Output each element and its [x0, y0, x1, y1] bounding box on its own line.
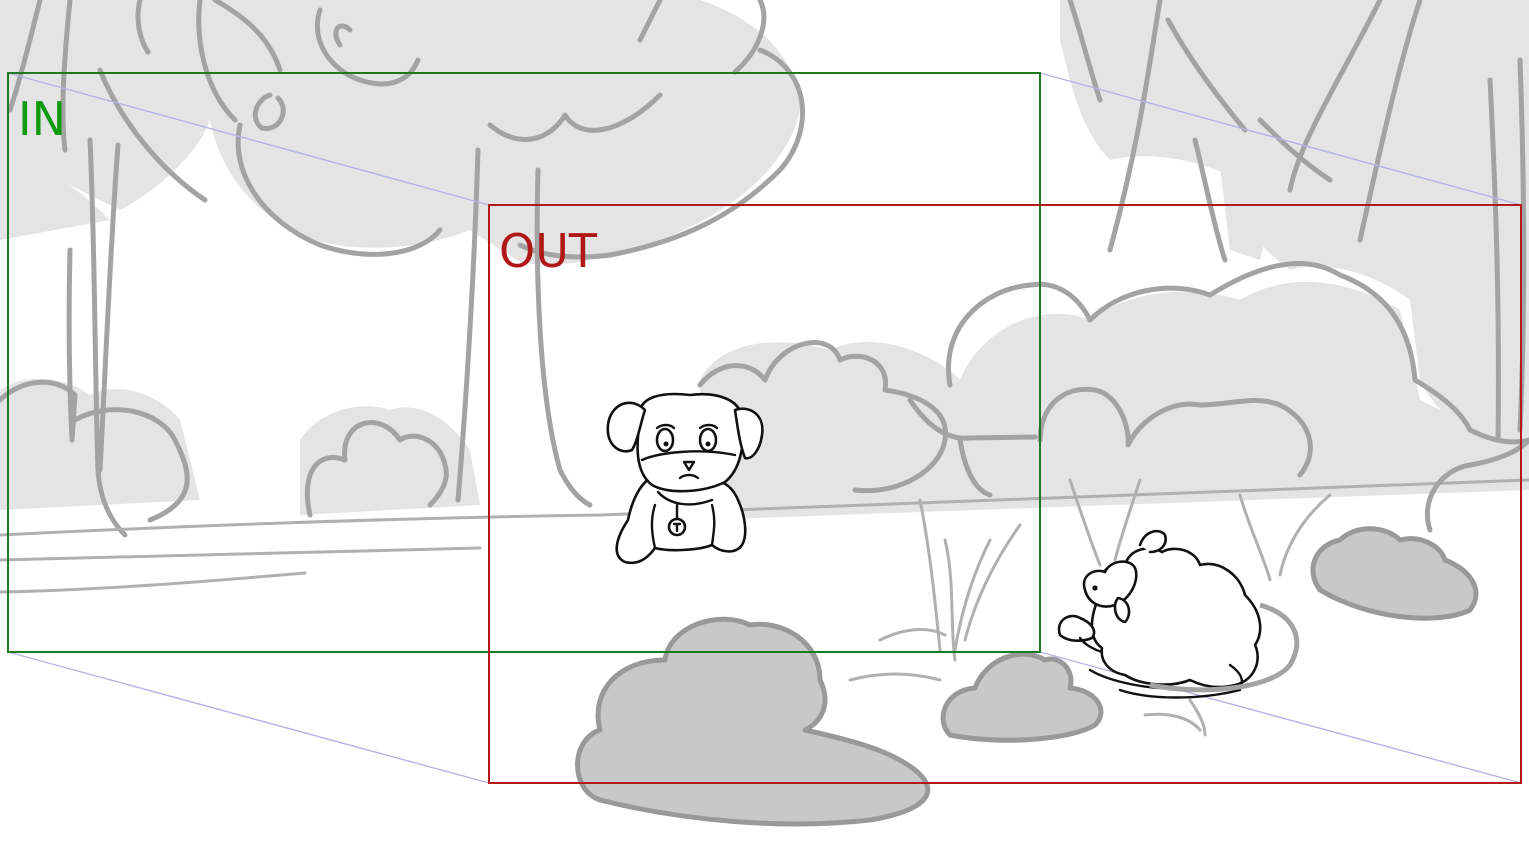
background-tone [0, 0, 1529, 520]
storyboard-canvas: IN OUT [0, 0, 1529, 857]
foreground-bushes [575, 526, 1479, 827]
out-frame-label: OUT [499, 224, 598, 278]
storyboard-sketch: IN OUT [0, 0, 1529, 827]
in-frame-label: IN [18, 92, 66, 146]
